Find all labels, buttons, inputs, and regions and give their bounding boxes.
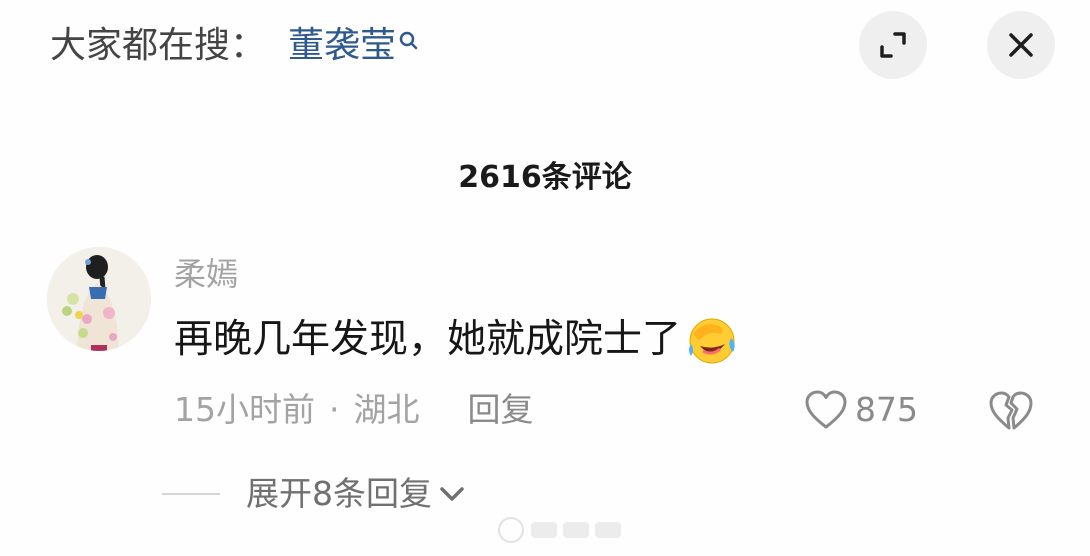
reply-button[interactable]: 回复 [468,386,534,434]
search-hint-prefix: 大家都在搜： [50,25,267,66]
expand-replies-button[interactable]: 展开8条回复 [162,470,466,518]
expand-divider [162,493,220,495]
top-bar: 大家都在搜： 董袭莹 [0,0,1090,92]
search-hint[interactable]: 大家都在搜： 董袭莹 [50,22,418,70]
comment-username[interactable]: 柔嫣 [174,252,238,296]
comment-time: 15小时前 [174,390,315,429]
expand-button[interactable] [859,11,927,79]
broken-heart-icon[interactable] [987,388,1035,434]
like-count: 875 [855,390,918,429]
laugh-cry-emoji-icon [685,314,739,366]
comment-body: 再晚几年发现，她就成院士了 [174,314,739,366]
heart-icon [805,390,847,429]
watermark [495,514,625,546]
comments-count-title: 2616条评论 [458,160,632,195]
chevron-down-icon [440,487,464,501]
avatar[interactable] [47,247,151,351]
search-hint-term[interactable]: 董袭莹 [288,22,396,70]
comment-text: 再晚几年发现，她就成院士了 [174,317,682,362]
comment-meta: 15小时前 · 湖北 回复 [174,386,534,434]
close-icon [1009,33,1033,57]
search-icon [398,23,418,53]
comment-location: 湖北 [353,390,420,429]
expand-icon [880,32,906,58]
close-button[interactable] [987,11,1055,79]
expand-replies-label: 展开8条回复 [246,474,432,513]
meta-separator: · [329,390,340,429]
like-button[interactable]: 875 [803,386,918,434]
